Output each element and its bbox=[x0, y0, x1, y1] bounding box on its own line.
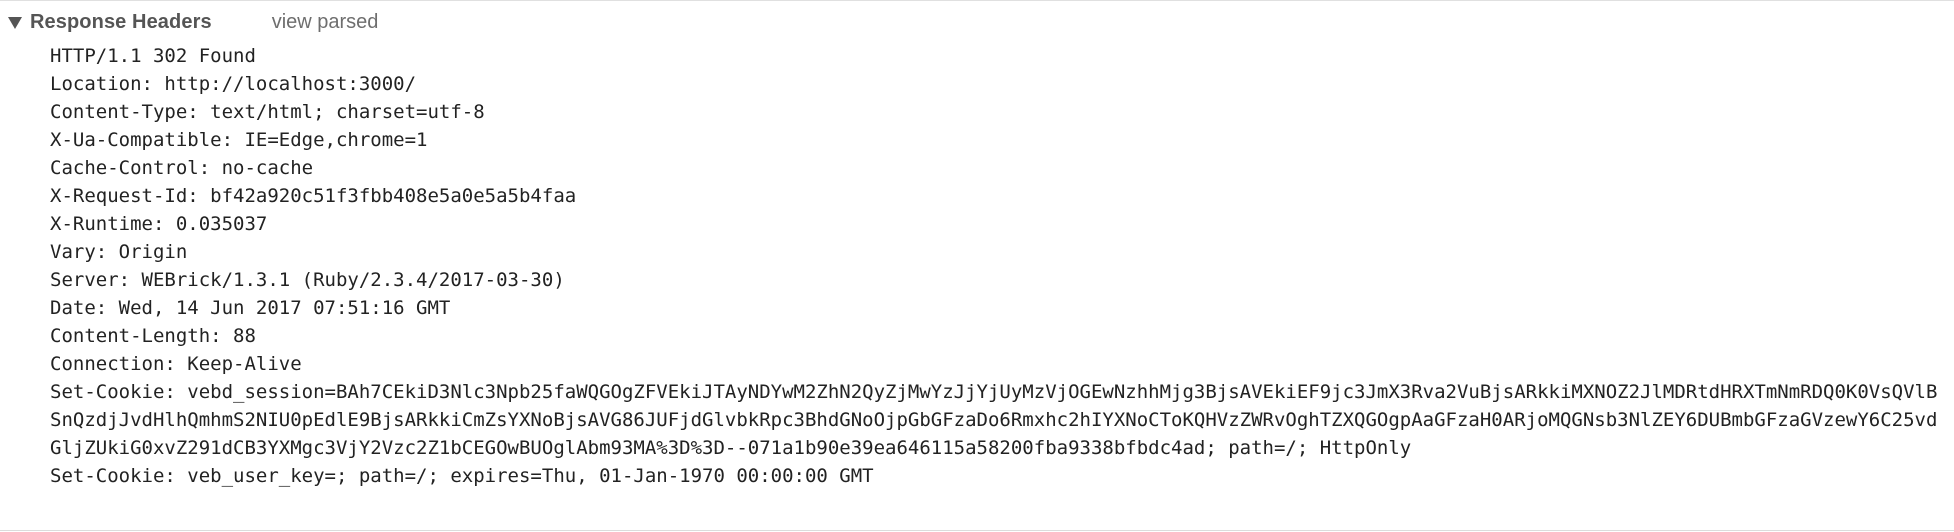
disclosure-triangle-icon[interactable] bbox=[8, 17, 22, 29]
header-line: Server: WEBrick/1.3.1 (Ruby/2.3.4/2017-0… bbox=[50, 269, 565, 291]
response-headers-toggle[interactable]: Response Headers view parsed bbox=[8, 8, 378, 36]
header-line: Set-Cookie: vebd_session=BAh7CEkiD3Nlc3N… bbox=[50, 381, 1938, 459]
header-line: Vary: Origin bbox=[50, 241, 188, 263]
header-line: Date: Wed, 14 Jun 2017 07:51:16 GMT bbox=[50, 297, 451, 319]
header-line: Cache-Control: no-cache bbox=[50, 157, 314, 179]
bottom-divider bbox=[0, 530, 1954, 531]
header-line: HTTP/1.1 302 Found bbox=[50, 45, 256, 67]
header-line: X-Runtime: 0.035037 bbox=[50, 213, 268, 235]
top-divider bbox=[0, 0, 1954, 1]
section-title: Response Headers bbox=[30, 10, 212, 33]
response-headers-panel: Response Headers view parsed HTTP/1.1 30… bbox=[0, 0, 1954, 532]
header-line: Content-Type: text/html; charset=utf-8 bbox=[50, 101, 485, 123]
header-line: X-Request-Id: bf42a920c51f3fbb408e5a0e5a… bbox=[50, 185, 577, 207]
raw-headers-list: HTTP/1.1 302 Found Location: http://loca… bbox=[50, 42, 1946, 490]
view-parsed-link[interactable]: view parsed bbox=[272, 11, 379, 34]
header-line: X-Ua-Compatible: IE=Edge,chrome=1 bbox=[50, 129, 428, 151]
header-line: Set-Cookie: veb_user_key=; path=/; expir… bbox=[50, 465, 874, 487]
header-line: Content-Length: 88 bbox=[50, 325, 256, 347]
header-line: Location: http://localhost:3000/ bbox=[50, 73, 417, 95]
header-line: Connection: Keep-Alive bbox=[50, 353, 302, 375]
